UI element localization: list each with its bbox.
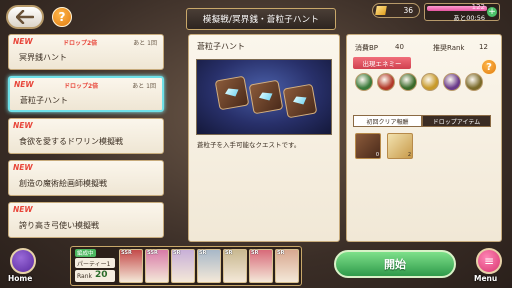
home-icon <box>10 248 36 274</box>
menu-icon: ≡ <box>476 248 502 274</box>
blue-particle-card-icon <box>214 75 250 111</box>
page-title: 模擬戦/冥界銭・蒼粒子ハント <box>186 8 336 30</box>
quest-name: 誇り高き弓使い模擬戦 <box>19 221 99 230</box>
rank-value: 12 <box>479 43 488 51</box>
quest-info-panel: 消費BP 40 推奨Rank 12 出現エネミー ? 初回クリア報酬 ドロップア… <box>346 34 502 242</box>
party-member-portrait[interactable]: SR <box>249 249 273 283</box>
gem-counter: 36 <box>372 3 420 18</box>
enemy-icon[interactable] <box>443 73 461 91</box>
quest-item-meikaisen[interactable]: NEW ドロップ2倍 あと 1回 冥界銭ハント <box>8 34 164 70</box>
quest-item-dwarin[interactable]: NEW 食欲を愛するドワリン模擬戦 <box>8 118 164 154</box>
item-count: 0 <box>375 152 379 158</box>
help-icon[interactable]: ? <box>52 7 72 27</box>
party-member-portrait[interactable]: SR <box>223 249 247 283</box>
rank-label: 推奨Rank <box>433 44 465 52</box>
bp-value: 40 <box>395 43 404 51</box>
new-badge: NEW <box>13 37 33 46</box>
enemy-icon[interactable] <box>377 73 395 91</box>
party-name: パーティー1 <box>75 258 115 268</box>
new-badge: NEW <box>13 205 33 214</box>
card-icon[interactable]: 0 <box>355 133 381 159</box>
start-button[interactable]: 開始 <box>334 250 456 278</box>
drop-bonus-badge: ドロップ2倍 <box>63 40 98 47</box>
item-count: 2 <box>407 152 411 158</box>
stamina-bar: 122 あと00:56 + <box>424 3 500 22</box>
back-button[interactable] <box>6 5 44 29</box>
help-icon[interactable]: ? <box>481 59 497 75</box>
back-arrow-icon <box>16 10 34 24</box>
quest-name: 食欲を愛するドワリン模擬戦 <box>19 137 123 146</box>
quest-description: 蒼粒子を入手可能なクエストです。 <box>197 141 301 149</box>
home-label: Home <box>8 274 33 283</box>
party-member-portrait[interactable]: SSR <box>119 249 143 283</box>
party-member-portrait[interactable]: SR <box>275 249 299 283</box>
party-member-portrait[interactable]: SR <box>171 249 195 283</box>
party-status-tag: 編成中 <box>75 249 96 257</box>
quest-name: 冥界銭ハント <box>19 53 67 62</box>
enemy-icon[interactable] <box>465 73 483 91</box>
quest-item-archer[interactable]: NEW 誇り高き弓使い模擬戦 <box>8 202 164 238</box>
enemy-icon[interactable] <box>421 73 439 91</box>
new-badge: NEW <box>13 163 33 172</box>
quest-name: 蒼粒子ハント <box>20 96 68 105</box>
add-stamina-button[interactable]: + <box>487 7 497 17</box>
scroll-icon[interactable]: 2 <box>387 133 413 159</box>
bp-label: 消費BP <box>355 44 379 52</box>
remaining-count: あと 1回 <box>133 40 157 47</box>
party-rank: Rank 20 <box>75 270 115 282</box>
stamina-value: 122 <box>471 3 485 11</box>
enemy-icon[interactable] <box>399 73 417 91</box>
quest-list: NEW ドロップ2倍 あと 1回 冥界銭ハント NEW ドロップ2倍 あと 1回… <box>8 34 164 242</box>
new-badge: NEW <box>14 80 34 89</box>
quest-item-aoryushi[interactable]: NEW ドロップ2倍 あと 1回 蒼粒子ハント <box>8 76 164 112</box>
blue-particle-card-icon <box>248 79 284 115</box>
stamina-recovery-time: あと00:56 <box>453 14 485 22</box>
quest-item-painter[interactable]: NEW 創造の魔術絵画師模擬戦 <box>8 160 164 196</box>
drop-bonus-badge: ドロップ2倍 <box>64 83 99 90</box>
party-member-portrait[interactable]: SR <box>197 249 221 283</box>
quest-banner-image <box>196 59 332 135</box>
remaining-count: あと 1回 <box>132 83 156 90</box>
menu-label: Menu <box>474 274 498 283</box>
blue-particle-card-icon <box>282 83 318 119</box>
quest-detail-panel: 蒼粒子ハント 蒼粒子を入手可能なクエストです。 <box>188 34 340 242</box>
home-button[interactable]: Home <box>4 248 44 288</box>
quest-detail-title: 蒼粒子ハント <box>197 42 245 51</box>
new-badge: NEW <box>13 121 33 130</box>
party-member-portrait[interactable]: SSR <box>145 249 169 283</box>
party-panel[interactable]: 編成中 パーティー1 Rank 20 SSR SSR SR SR SR SR S… <box>70 246 302 286</box>
tab-first-clear[interactable]: 初回クリア報酬 <box>353 115 422 127</box>
menu-button[interactable]: ≡ Menu <box>468 248 508 288</box>
reward-tabs: 初回クリア報酬 ドロップアイテム <box>353 115 491 127</box>
quest-name: 創造の魔術絵画師模擬戦 <box>19 179 107 188</box>
gem-icon <box>375 6 387 15</box>
enemy-icon[interactable] <box>355 73 373 91</box>
tab-drop-items[interactable]: ドロップアイテム <box>422 115 491 127</box>
enemy-section-label: 出現エネミー <box>353 57 411 69</box>
